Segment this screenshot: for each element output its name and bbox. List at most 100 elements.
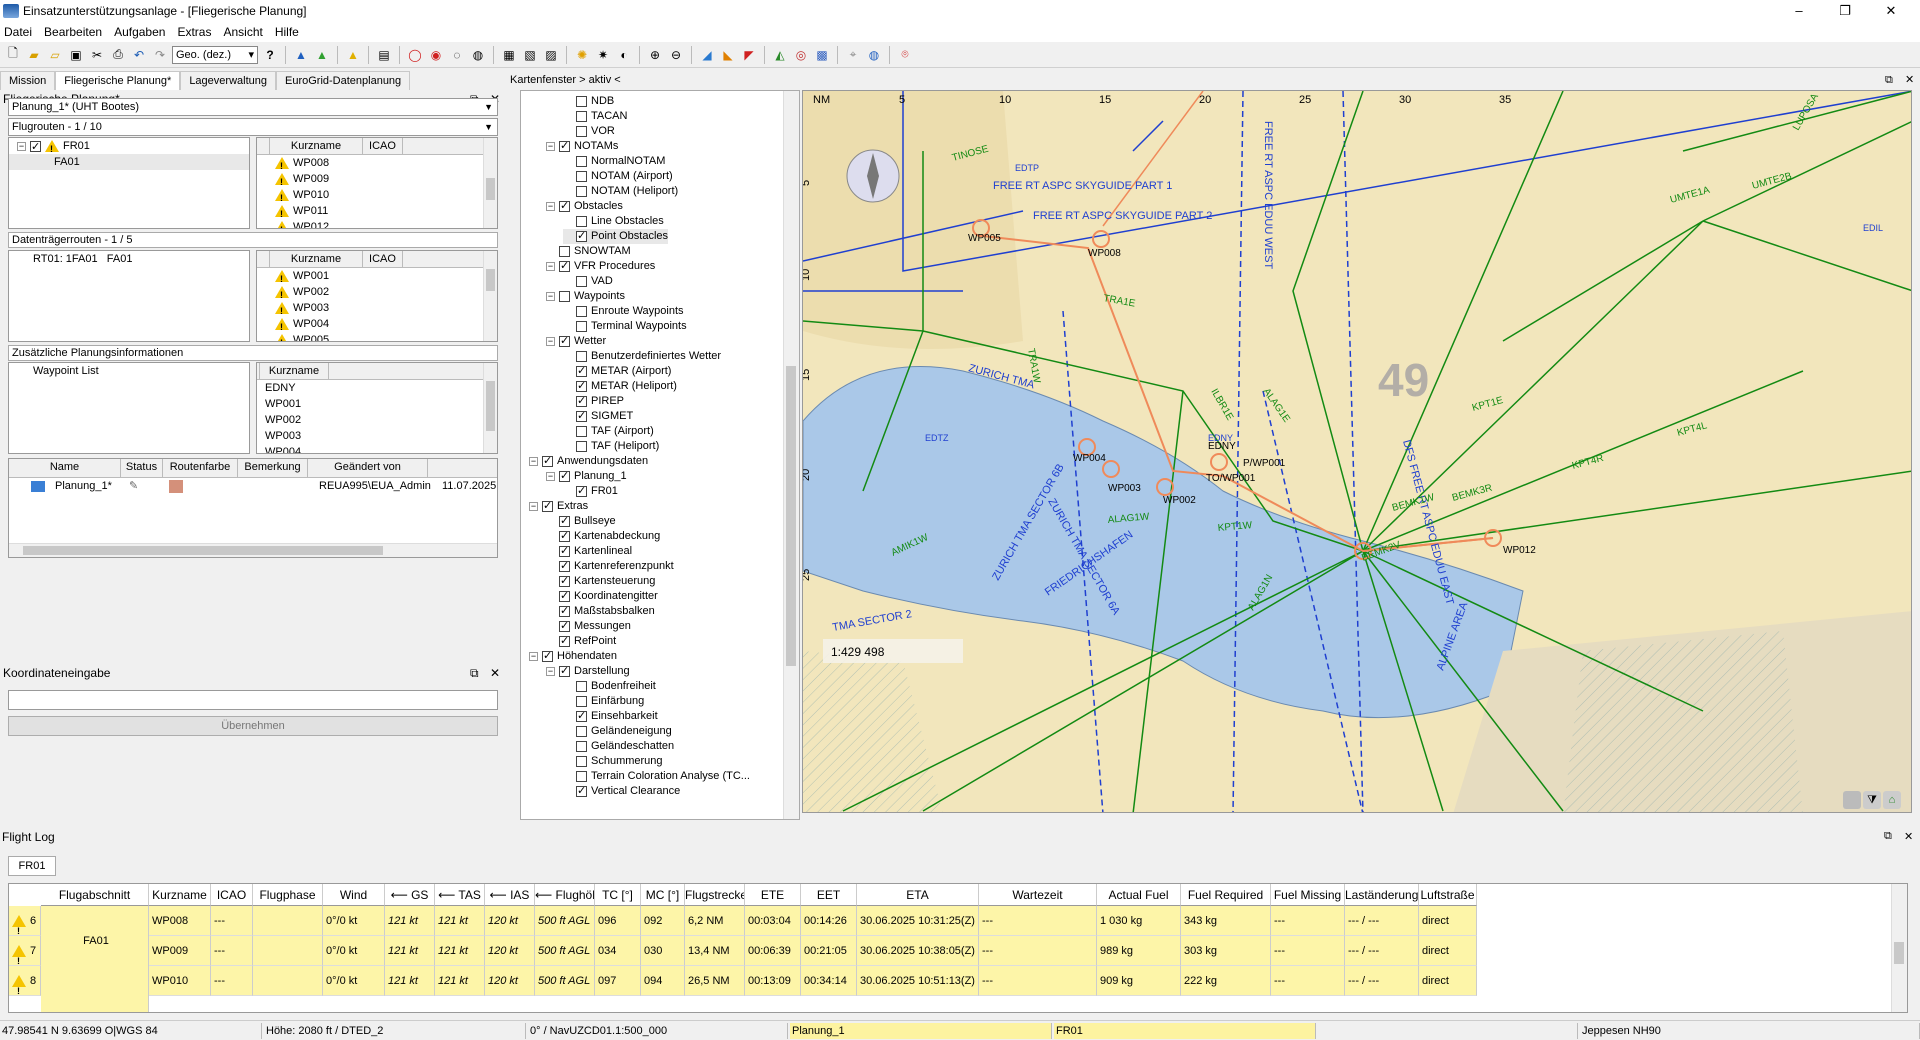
layer-checkbox[interactable] xyxy=(576,409,587,423)
layer-checkbox[interactable] xyxy=(576,185,587,197)
layer-checkbox[interactable] xyxy=(559,334,570,348)
table-cell-phase[interactable] xyxy=(253,966,323,996)
chart-tool-1-icon[interactable]: ▦ xyxy=(500,46,518,64)
layer-item[interactable]: SNOWTAM xyxy=(546,244,631,259)
table-cell-fuel[interactable]: 1 030 kg xyxy=(1097,906,1181,936)
route-tree-root[interactable]: − FR01 xyxy=(9,138,249,157)
table-cell-wind[interactable]: 0°/0 kt xyxy=(323,906,385,936)
col-icao[interactable]: ICAO xyxy=(363,251,403,267)
col-header[interactable]: ETE xyxy=(745,884,801,906)
col-header[interactable]: Wind xyxy=(323,884,385,906)
col-geaendert-von[interactable]: Geändert von xyxy=(308,459,428,477)
table-cell-wait[interactable]: --- xyxy=(979,966,1097,996)
layer-item[interactable]: Benutzerdefiniertes Wetter xyxy=(563,349,721,364)
collapse-icon[interactable]: − xyxy=(546,261,555,271)
close-panel-icon[interactable]: ✕ xyxy=(490,664,500,682)
chart-tool-3-icon[interactable]: ▨ xyxy=(542,46,560,64)
eye-icon[interactable]: ◎ xyxy=(792,46,810,64)
table-cell-ias[interactable]: 120 kt xyxy=(485,936,535,966)
zoom-region-icon[interactable]: ◍ xyxy=(469,46,487,64)
gps-icon[interactable]: ⌖ xyxy=(844,46,862,64)
list-item[interactable]: WP009 xyxy=(257,171,497,190)
list-item[interactable]: WP003 xyxy=(257,300,497,319)
table-cell-kurz[interactable]: WP010 xyxy=(149,966,211,996)
layer-checkbox[interactable] xyxy=(576,394,587,408)
float-icon[interactable]: ⧉ xyxy=(470,664,479,682)
layer-checkbox[interactable] xyxy=(576,740,587,752)
float-icon[interactable]: ⧉ xyxy=(1884,830,1892,843)
table-cell-eet[interactable]: 00:21:05 xyxy=(801,936,857,966)
layer-checkbox[interactable] xyxy=(576,215,587,227)
table-cell-airway[interactable]: direct xyxy=(1419,936,1477,966)
layer-item[interactable]: SIGMET xyxy=(563,409,633,424)
col-header[interactable]: MC [°] xyxy=(641,884,685,906)
layer-item[interactable]: Vertical Clearance xyxy=(563,784,680,799)
layer-checkbox[interactable] xyxy=(559,290,570,302)
table-cell-ete[interactable]: 00:06:39 xyxy=(745,936,801,966)
layer-item[interactable]: VOR xyxy=(563,124,615,139)
col-status[interactable]: Status xyxy=(121,459,163,477)
table-cell-ias[interactable]: 120 kt xyxy=(485,906,535,936)
collapse-icon[interactable]: − xyxy=(529,501,538,511)
profile-1-icon[interactable]: ◢ xyxy=(698,46,716,64)
minimize-button[interactable]: – xyxy=(1776,0,1822,22)
list-item[interactable]: WP008 xyxy=(257,155,497,174)
cut-icon[interactable]: ✂ xyxy=(88,46,106,64)
table-cell-fuel[interactable]: 909 kg xyxy=(1097,966,1181,996)
table-cell-wind[interactable]: 0°/0 kt xyxy=(323,936,385,966)
layer-item[interactable]: Point Obstacles xyxy=(563,229,669,244)
route-color-swatch[interactable] xyxy=(169,480,183,493)
col-kurzname[interactable]: Kurzname xyxy=(269,138,363,154)
layer-checkbox[interactable] xyxy=(559,529,570,543)
image-icon[interactable]: ▩ xyxy=(813,46,831,64)
table-cell-tc[interactable]: 097 xyxy=(595,966,641,996)
layer-checkbox[interactable] xyxy=(576,350,587,362)
layer-item[interactable]: NormalNOTAM xyxy=(563,154,665,169)
col-header[interactable]: Luftstraße xyxy=(1419,884,1477,906)
collapse-icon[interactable]: − xyxy=(546,141,555,151)
table-cell-wind[interactable]: 0°/0 kt xyxy=(323,966,385,996)
layer-item[interactable]: METAR (Heliport) xyxy=(563,379,677,394)
table-cell-icao[interactable]: --- xyxy=(211,966,253,996)
col-header[interactable]: Actual Fuel xyxy=(1097,884,1181,906)
table-cell-icao[interactable]: --- xyxy=(211,906,253,936)
zoom-in-icon[interactable]: ⊕ xyxy=(646,46,664,64)
dtr-item[interactable]: RT01: 1FA01 FA01 xyxy=(9,251,249,267)
table-cell-tc[interactable]: 034 xyxy=(595,936,641,966)
layer-item[interactable]: NOTAM (Heliport) xyxy=(563,184,678,199)
search-map-icon[interactable]: ◌ xyxy=(448,46,466,64)
layer-item[interactable]: TAF (Airport) xyxy=(563,424,654,439)
layer-item[interactable]: Einsehbarkeit xyxy=(563,709,658,724)
save-icon[interactable]: ▣ xyxy=(67,46,85,64)
layer-item[interactable]: NOTAM (Airport) xyxy=(563,169,673,184)
col-header[interactable]: Flugstrecke xyxy=(685,884,745,906)
layer-item[interactable]: TACAN xyxy=(563,109,627,124)
table-cell-eta[interactable]: 30.06.2025 10:38:05(Z) xyxy=(857,936,979,966)
plan-row[interactable]: Planung_1* ✎ REUA995\EUA_Admin 11.07.202… xyxy=(9,478,497,496)
table-cell-ete[interactable]: 00:03:04 xyxy=(745,906,801,936)
layer-item[interactable]: Schummerung xyxy=(563,754,663,769)
layer-checkbox[interactable] xyxy=(576,725,587,737)
layer-item[interactable]: Bullseye xyxy=(546,514,616,529)
col-header[interactable]: ETA xyxy=(857,884,979,906)
list-item[interactable]: WP010 xyxy=(257,187,497,206)
menu-datei[interactable]: Datei xyxy=(4,25,32,39)
layer-item[interactable]: Geländeneigung xyxy=(563,724,672,739)
table-cell-wait[interactable]: --- xyxy=(979,906,1097,936)
table-cell-kurz[interactable]: WP008 xyxy=(149,906,211,936)
coord-format-select[interactable]: Geo. (dez.) xyxy=(172,45,258,64)
flightlog-scrollbar[interactable] xyxy=(1891,884,1907,1012)
col-header[interactable]: Flugabschnitt xyxy=(41,884,149,906)
col-header[interactable]: ⟵ GS xyxy=(385,884,435,906)
layer-checkbox[interactable] xyxy=(559,199,570,213)
planning-select[interactable]: Planung_1* (UHT Bootes) xyxy=(8,98,498,116)
table-cell-eet[interactable]: 00:34:14 xyxy=(801,966,857,996)
waypoint-list-item[interactable]: Waypoint List xyxy=(9,363,249,379)
layer-item[interactable]: − Darstellung xyxy=(546,664,630,679)
layer-item[interactable]: − Obstacles xyxy=(546,199,623,214)
collapse-icon[interactable]: − xyxy=(546,336,555,346)
layer-checkbox[interactable] xyxy=(576,95,587,107)
list-item[interactable]: WP011 xyxy=(257,203,497,222)
collapse-icon[interactable]: − xyxy=(529,651,538,661)
col-header[interactable]: Wartezeit xyxy=(979,884,1097,906)
